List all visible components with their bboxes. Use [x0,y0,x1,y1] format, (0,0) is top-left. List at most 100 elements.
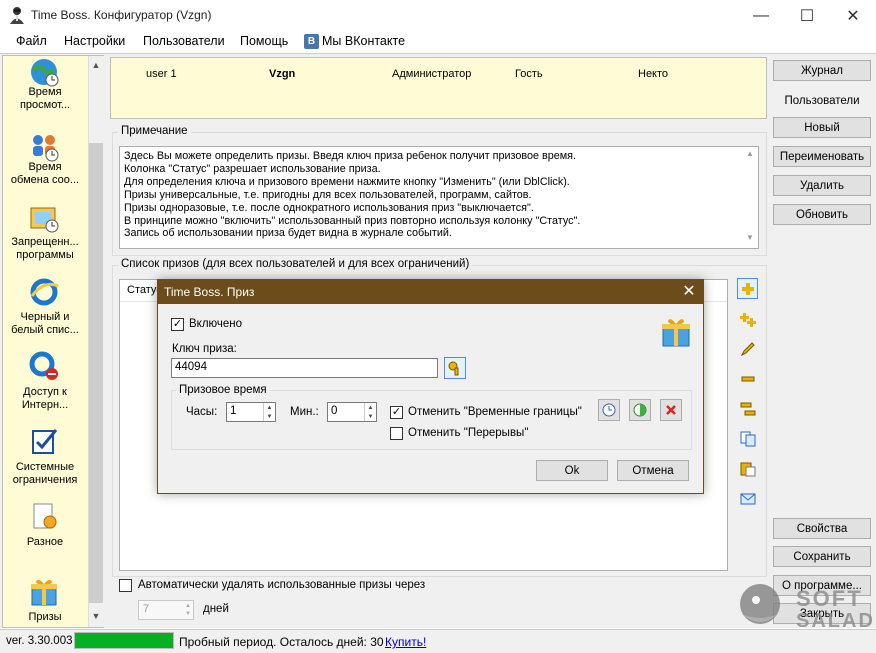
version-label: ver. 3.30.003 [6,635,73,647]
paste-icon[interactable] [737,458,758,479]
sidebar-item-misc[interactable]: Разное [4,536,86,549]
users-label: Пользователи [784,95,860,107]
clock-reset-button[interactable] [598,399,620,421]
scroll-down-icon[interactable]: ▼ [88,607,104,625]
hours-value: 1 [230,405,237,417]
note-text: Здесь Вы можете определить призы. Введя … [119,146,759,249]
scroll-up-icon[interactable]: ▲ [742,149,758,158]
watermark-text-salad: SALAD [796,610,875,632]
spin-arrows-icon: ▲ ▼ [185,603,191,617]
new-user-button[interactable]: Новый [773,117,871,138]
dialog-title: Time Boss. Приз [164,285,255,299]
cancel-button[interactable]: Отмена [617,460,689,481]
watermark-text-soft: SOFT [796,586,863,611]
blocked-programs-icon [30,207,59,233]
delete-user-button[interactable]: Удалить [773,175,871,196]
add-icon[interactable] [737,278,758,299]
note-scrollbar[interactable]: ▲ ▼ [742,147,758,248]
prize-time-title: Призовое время [176,384,270,396]
maximize-button[interactable]: ☐ [784,0,830,31]
trial-text: Пробный период. Осталось дней: 30 [179,635,384,649]
minutes-spinbox[interactable]: 0 ▲ ▼ [327,402,377,422]
spin-arrows-icon[interactable]: ▲ ▼ [263,403,275,421]
autodelete-label: Автоматически удалять использованные при… [138,579,426,591]
clock-green-button[interactable] [629,399,651,421]
email-icon[interactable] [737,488,758,509]
clock-icon [602,403,616,417]
journal-button[interactable]: Журнал [773,60,871,81]
note-title: Примечание [118,125,191,137]
menu-bar [0,31,876,53]
sidebar-item-black-white-list[interactable]: Черный и белый спис... [4,311,86,337]
refresh-button[interactable]: Обновить [773,204,871,225]
user-tab-vzgn[interactable]: Vzgn [269,68,295,80]
users-header [110,57,767,119]
rename-user-button[interactable]: Переименовать [773,146,871,167]
menu-settings[interactable]: Настройки [64,34,125,48]
cancel-breaks-label: Отменить "Перерывы" [408,427,529,439]
spin-arrows-icon[interactable]: ▲ ▼ [364,403,376,421]
sidebar-item-internet-access[interactable]: Доступ к Интерн... [4,386,86,412]
app-logo-icon [10,7,24,24]
gift-icon [662,319,690,347]
vk-icon[interactable]: В [304,34,319,49]
move-icon[interactable] [737,398,758,419]
cancel-breaks-checkbox[interactable] [390,427,403,440]
copy-icon[interactable] [737,428,758,449]
add-multiple-icon[interactable] [737,309,758,330]
dialog-close-button[interactable]: ✕ [678,281,700,302]
properties-button[interactable]: Свойства [773,518,871,539]
autodelete-checkbox[interactable] [119,579,132,592]
user-tab-guest[interactable]: Гость [515,68,543,80]
close-window-button[interactable]: ✕ [830,0,876,31]
misc-gear-icon [33,503,57,529]
globe-clock-icon [31,59,59,87]
hours-label: Часы: [186,406,218,418]
menu-file[interactable]: Файл [16,34,47,48]
people-exchange-icon [33,135,59,162]
prize-list-title: Список призов (для всех пользователей и … [118,258,473,270]
key-icon [448,361,459,376]
sidebar-item-blocked-programs[interactable]: Запрещенн... программы [4,236,86,262]
prize-key-label: Ключ приза: [172,343,237,355]
sidebar-item-browse-time[interactable]: Время просмот... [4,86,86,112]
days-label: дней [203,603,229,615]
ok-button[interactable]: Ok [536,460,608,481]
days-value: 7 [143,603,150,615]
trial-progress-fill [75,633,173,648]
user-tab-nobody[interactable]: Некто [638,68,668,80]
sidebar-item-messaging-time[interactable]: Время обмена соо... [4,161,86,187]
cancel-time-limits-checkbox[interactable]: ✓ [390,406,403,419]
check-mark-icon: ✓ [391,406,402,418]
menu-users[interactable]: Пользователи [143,34,225,48]
ie-list-icon [30,278,59,306]
days-spinbox: 7 ▲ ▼ [138,600,194,620]
menu-vkontakte[interactable]: Мы ВКонтакте [322,34,405,48]
buy-link[interactable]: Купить! [385,635,426,649]
clear-time-button[interactable] [660,399,682,421]
gift-icon [31,579,57,606]
prize-key-input[interactable]: 44094 [171,358,438,378]
ie-blocked-icon [29,351,58,380]
hours-spinbox[interactable]: 1 ▲ ▼ [226,402,276,422]
window-title: Time Boss. Конфигуратор (Vzgn) [31,8,212,22]
scroll-up-icon[interactable]: ▲ [88,56,104,74]
edit-icon[interactable] [737,338,758,359]
generate-key-button[interactable] [444,357,466,379]
enabled-label: Включено [189,318,243,330]
menu-help[interactable]: Помощь [240,34,288,48]
scrollbar-thumb[interactable] [89,143,103,603]
scroll-down-icon[interactable]: ▼ [742,233,758,242]
minutes-label: Мин.: [290,406,319,418]
cancel-time-limits-label: Отменить "Временные границы" [408,406,582,418]
minimize-button[interactable]: — [738,0,784,31]
save-button[interactable]: Сохранить [773,546,871,567]
check-mark-icon: ✓ [172,318,183,330]
enabled-checkbox[interactable]: ✓ [171,318,184,331]
sidebar-item-system-restrictions[interactable]: Системные ограничения [4,461,86,487]
sidebar-item-prizes[interactable]: Призы [4,611,86,624]
remove-icon[interactable] [737,368,758,389]
user-tab-admin[interactable]: Администратор [392,68,471,80]
red-x-icon [666,405,676,415]
user-tab-user1[interactable]: user 1 [146,68,177,80]
